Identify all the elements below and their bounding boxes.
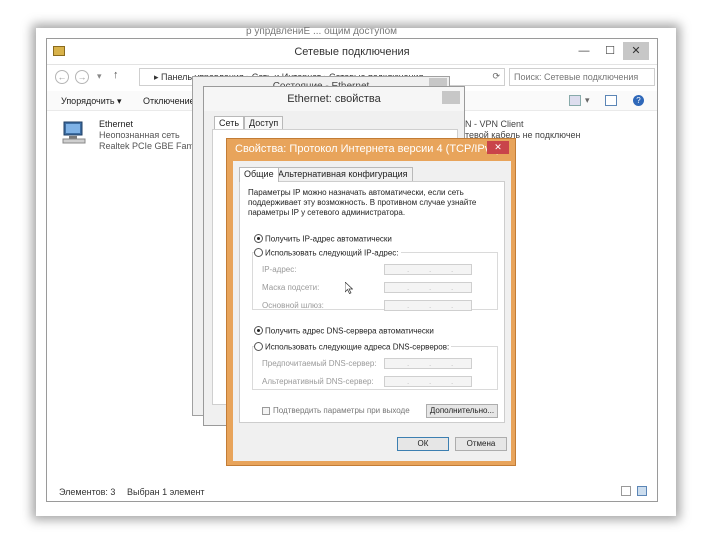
ip-settings-description: Параметры IP можно назначать автоматичес… [248, 188, 477, 217]
minimize-button[interactable]: — [571, 42, 597, 60]
ethernet-close-button[interactable] [442, 91, 460, 104]
tab-general[interactable]: Общие [239, 167, 279, 182]
view-dropdown-icon[interactable]: ▾ [585, 95, 590, 106]
radio-selected-indicator [254, 234, 263, 244]
dns-auto-radio[interactable]: Получить адрес DNS-сервера автоматически [254, 326, 434, 336]
explorer-titlebar: Сетевые подключения — ☐ ✕ [47, 39, 657, 65]
dns-manual-label: Использовать следующие адреса DNS-сервер… [265, 342, 450, 352]
search-input[interactable]: Поиск: Сетевые подключения [509, 68, 655, 86]
forward-icon[interactable]: → [75, 70, 89, 84]
status-bar: Элементов: 3 Выбран 1 элемент [47, 483, 657, 501]
alternate-dns-label: Альтернативный DNS-сервер: [262, 377, 374, 386]
network-adapter-icon[interactable] [61, 119, 87, 145]
close-button[interactable]: ✕ [623, 42, 649, 60]
ipv4-close-button[interactable]: ✕ [487, 141, 509, 154]
ipv4-dialog-body: Общие Альтернативная конфигурация Параме… [233, 161, 511, 461]
background-window-fragment: р упрдвлениЕ ... ощим доступом [246, 26, 398, 37]
ip-manual-radio[interactable]: Использовать следующий IP-адрес: [254, 248, 401, 258]
radio-selected-indicator [254, 326, 263, 336]
tab-sharing[interactable]: Доступ [244, 116, 284, 130]
preferred-dns-label: Предпочитаемый DNS-сервер: [262, 359, 377, 368]
help-icon[interactable]: ? [633, 95, 644, 106]
ethernet-titlebar: Ethernet: свойства [204, 87, 464, 111]
back-icon[interactable]: ← [55, 70, 69, 84]
details-view-icon[interactable] [621, 486, 631, 496]
disable-device-button[interactable]: Отключение [143, 96, 195, 106]
subnet-mask-field[interactable]: ... [384, 282, 472, 293]
tab-network[interactable]: Сеть [214, 116, 245, 130]
history-dropdown-icon[interactable]: ▾ [97, 71, 102, 82]
subnet-mask-label: Маска подсети: [262, 283, 320, 292]
dns-auto-label: Получить адрес DNS-сервера автоматически [265, 326, 434, 336]
radio-unselected-indicator [254, 248, 263, 258]
default-gateway-label: Основной шлюз: [262, 301, 324, 310]
default-gateway-field[interactable]: ... [384, 300, 472, 311]
ipv4-dialog-title: Свойства: Протокол Интернета версии 4 (T… [235, 143, 501, 155]
change-view-icon[interactable] [569, 95, 581, 106]
validate-label: Подтвердить параметры при выходе [273, 406, 410, 415]
general-tab-panel: Параметры IP можно назначать автоматичес… [239, 181, 505, 423]
ethernet-dialog-title: Ethernet: свойства [287, 93, 381, 105]
mouse-cursor-icon [345, 282, 353, 294]
refresh-icon[interactable]: ⟳ [492, 71, 500, 82]
selected-count: Выбран 1 элемент [127, 487, 205, 497]
dns-manual-radio[interactable]: Использовать следующие адреса DNS-сервер… [254, 342, 452, 352]
checkbox-box [262, 406, 270, 415]
organize-menu[interactable]: Упорядочить ▾ [61, 96, 122, 107]
ipv4-properties-dialog: Свойства: Протокол Интернета версии 4 (T… [226, 138, 516, 466]
up-icon[interactable]: ↑ [113, 69, 119, 81]
ip-address-label: IP-адрес: [262, 265, 297, 274]
screenshot-stage: Сетевые подключения — ☐ ✕ ← → ▾ ↑ ▸ Пане… [0, 0, 704, 544]
tiles-view-icon[interactable] [637, 486, 647, 496]
ip-address-field[interactable]: ... [384, 264, 472, 275]
preview-pane-icon[interactable] [605, 95, 617, 106]
items-count: Элементов: 3 [59, 487, 116, 497]
ok-button[interactable]: ОК [397, 437, 449, 451]
preferred-dns-field[interactable]: ... [384, 358, 472, 369]
window-title: Сетевые подключения [294, 46, 410, 58]
tab-alternate-config[interactable]: Альтернативная конфигурация [273, 167, 413, 181]
maximize-button[interactable]: ☐ [597, 42, 623, 60]
ip-auto-radio[interactable]: Получить IP-адрес автоматически [254, 234, 392, 244]
cancel-button[interactable]: Отмена [455, 437, 507, 451]
alternate-dns-field[interactable]: ... [384, 376, 472, 387]
ip-manual-label: Использовать следующий IP-адрес: [265, 248, 399, 258]
radio-unselected-indicator [254, 342, 263, 352]
vpn-name: N - VPN Client [465, 119, 524, 129]
ip-auto-label: Получить IP-адрес автоматически [265, 234, 392, 244]
advanced-button[interactable]: Дополнительно... [426, 404, 498, 418]
validate-on-exit-checkbox[interactable]: Подтвердить параметры при выходе [262, 406, 410, 415]
